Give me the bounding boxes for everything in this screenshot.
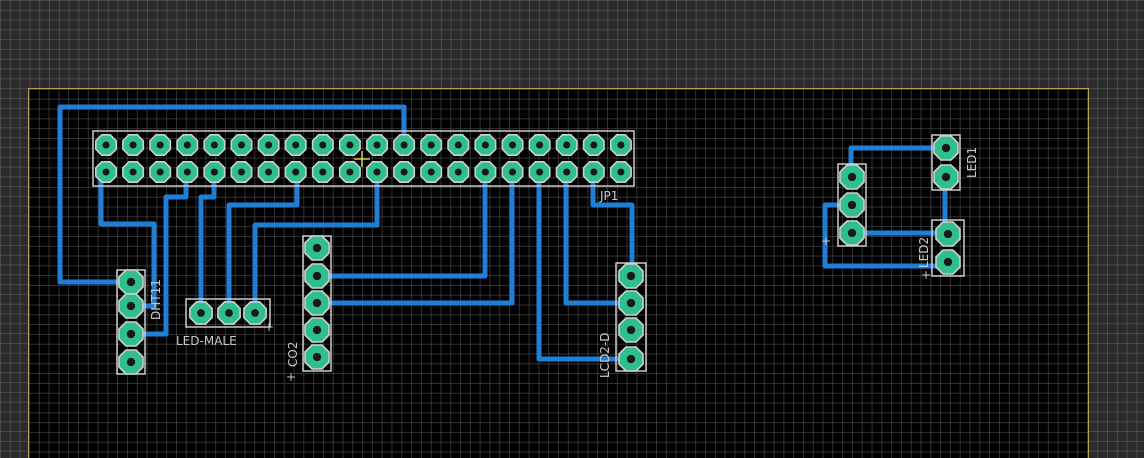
pad[interactable] <box>338 161 361 183</box>
pad[interactable] <box>122 134 145 156</box>
pad[interactable] <box>935 249 961 275</box>
pad[interactable] <box>618 290 644 316</box>
label-plus-co2: + <box>284 372 298 382</box>
trace[interactable] <box>848 174 948 236</box>
pad[interactable] <box>230 161 253 183</box>
pad[interactable] <box>528 161 551 183</box>
pad[interactable] <box>311 161 334 183</box>
pad[interactable] <box>420 134 443 156</box>
trace[interactable] <box>226 169 300 316</box>
pad[interactable] <box>555 134 578 156</box>
pad[interactable] <box>839 192 865 218</box>
pad[interactable] <box>284 134 307 156</box>
pad[interactable] <box>609 161 632 183</box>
pad[interactable] <box>365 134 389 156</box>
pad[interactable] <box>304 344 330 370</box>
label-co2: CO2 <box>286 342 300 367</box>
pad[interactable] <box>839 164 865 190</box>
pad[interactable] <box>447 134 470 156</box>
trace[interactable] <box>590 169 635 279</box>
pad[interactable] <box>95 134 117 156</box>
pad[interactable] <box>118 321 144 347</box>
pad[interactable] <box>555 161 578 183</box>
pad[interactable] <box>203 161 226 183</box>
pad[interactable] <box>149 161 172 183</box>
pad[interactable] <box>122 161 145 183</box>
pad[interactable] <box>176 134 199 156</box>
pad[interactable] <box>284 161 307 183</box>
pad[interactable] <box>474 134 497 156</box>
pad[interactable] <box>618 317 644 343</box>
pad[interactable] <box>149 134 172 156</box>
pad[interactable] <box>365 161 389 183</box>
trace[interactable] <box>848 145 948 180</box>
pcb-layout[interactable]: JP1 DHT11 LED-MALE + CO2 + LCD2-D LED1 L… <box>0 0 1144 458</box>
pad[interactable] <box>933 164 959 190</box>
label-led1: LED1 <box>965 147 979 178</box>
pad[interactable] <box>118 349 144 375</box>
label-jp1: JP1 <box>599 189 618 203</box>
label-plus-sensor: + <box>819 236 833 246</box>
pad[interactable] <box>257 161 280 183</box>
pad[interactable] <box>501 161 524 183</box>
pad[interactable] <box>420 161 443 183</box>
pad[interactable] <box>95 161 117 183</box>
label-led-male: LED-MALE <box>176 334 237 348</box>
pad[interactable] <box>311 134 334 156</box>
pad[interactable] <box>501 134 524 156</box>
pad[interactable] <box>304 317 330 343</box>
label-plus-led-male: + <box>264 320 274 334</box>
pad[interactable] <box>338 134 361 156</box>
pad[interactable] <box>217 301 241 325</box>
pad[interactable] <box>582 161 605 183</box>
label-led2: LED2 <box>917 237 931 268</box>
label-plus-led2: + <box>919 270 933 280</box>
pad[interactable] <box>618 263 644 289</box>
trace[interactable] <box>57 104 407 285</box>
pad[interactable] <box>176 161 199 183</box>
pad[interactable] <box>393 134 416 156</box>
pad[interactable] <box>609 134 632 156</box>
pad[interactable] <box>618 346 644 372</box>
pad[interactable] <box>393 161 416 183</box>
pad[interactable] <box>230 134 253 156</box>
pad[interactable] <box>935 221 961 247</box>
pad[interactable] <box>118 269 144 295</box>
pad[interactable] <box>474 161 497 183</box>
label-dht11: DHT11 <box>149 279 163 320</box>
pad[interactable] <box>118 293 144 319</box>
pad[interactable] <box>304 290 330 316</box>
pad[interactable] <box>304 235 330 261</box>
pad[interactable] <box>528 134 551 156</box>
pad[interactable] <box>582 134 605 156</box>
pad[interactable] <box>933 135 959 161</box>
trace[interactable] <box>198 169 217 316</box>
pad[interactable] <box>203 134 226 156</box>
pad[interactable] <box>243 301 267 325</box>
label-lcd: LCD2-D <box>598 332 612 378</box>
pad[interactable] <box>189 301 213 325</box>
pcb-canvas[interactable]: JP1 DHT11 LED-MALE + CO2 + LCD2-D LED1 L… <box>0 0 1144 458</box>
pad[interactable] <box>257 134 280 156</box>
pad[interactable] <box>447 161 470 183</box>
pad[interactable] <box>304 263 330 289</box>
pad[interactable] <box>839 220 865 246</box>
